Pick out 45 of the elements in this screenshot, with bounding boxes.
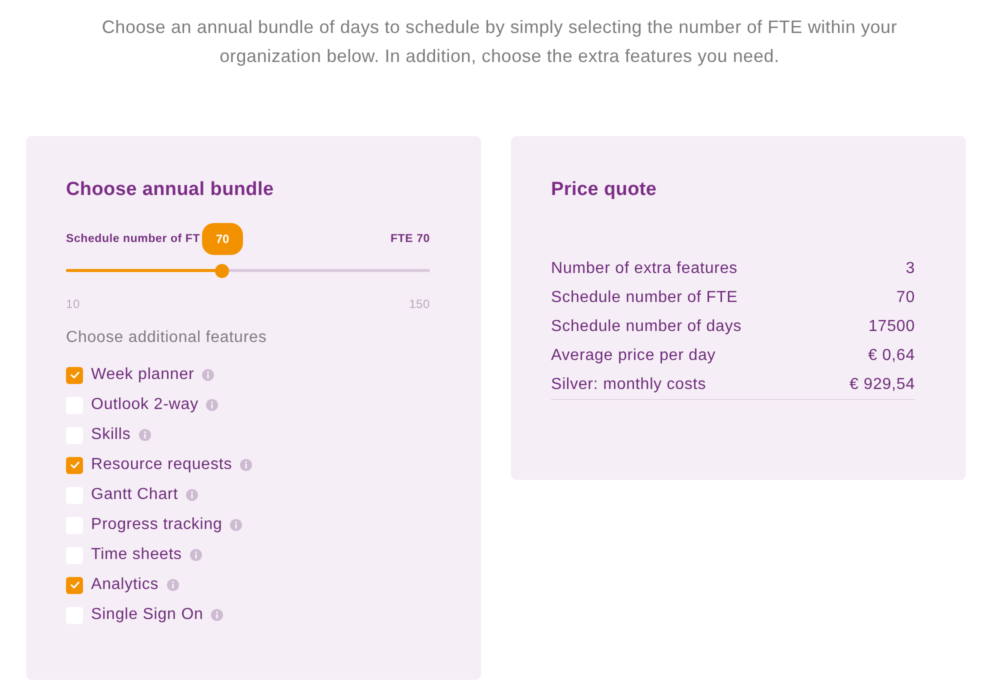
info-icon[interactable] (206, 399, 218, 411)
value-bubble: 70 (202, 223, 243, 255)
info-icon[interactable] (186, 489, 198, 501)
feature-label[interactable]: Analytics (91, 575, 159, 595)
check-icon (70, 580, 80, 590)
intro-text: Choose an annual bundle of days to schedule by simply selecting the number of FTE within your organization below. In addition, choose the extra features you need. (100, 16, 898, 68)
quote-label: Average price per day (551, 346, 716, 366)
checkbox[interactable] (66, 576, 83, 594)
quote-value: 3 (906, 258, 915, 278)
info-icon[interactable] (138, 429, 151, 441)
feature-label[interactable]: Single Sign On (91, 605, 204, 625)
feature-label[interactable]: Time sheets (91, 545, 182, 565)
check-icon (70, 460, 80, 470)
info-icon[interactable] (211, 609, 224, 621)
checkbox[interactable] (66, 366, 83, 384)
feature-label[interactable]: Resource requests (91, 455, 232, 475)
check-icon (70, 370, 80, 380)
card-title: Choose annual bundle (66, 178, 275, 202)
slider-thumb[interactable] (215, 264, 229, 278)
quote-value: € 929,54 (850, 374, 915, 394)
slider-track[interactable] (66, 264, 430, 278)
card-title: Price quote (551, 178, 658, 202)
quote-value: € 0,64 (868, 346, 915, 366)
quote-label: Number of extra features (551, 258, 738, 278)
info-icon[interactable] (240, 459, 252, 471)
feature-label[interactable]: Week planner (91, 365, 194, 385)
slider-reading: FTE 70 (390, 232, 430, 247)
range-max-label: 150 (409, 296, 430, 312)
info-icon[interactable] (202, 369, 214, 381)
info-icon[interactable] (166, 579, 179, 591)
quote-label: Silver: monthly costs (551, 374, 706, 394)
checkbox[interactable] (66, 456, 83, 474)
feature-label[interactable]: Gantt Chart (91, 485, 178, 505)
info-icon[interactable] (190, 549, 202, 561)
info-icon[interactable] (230, 519, 242, 531)
quote-value: 17500 (868, 316, 915, 336)
quote-label: Schedule number of FTE (551, 288, 738, 308)
feature-label[interactable]: Skills (91, 425, 131, 445)
range-min-label: 10 (66, 296, 80, 312)
slider-label: Schedule number of FT (66, 232, 200, 247)
quote-value: 70 (896, 288, 915, 308)
feature-label[interactable]: Progress tracking (91, 515, 222, 535)
quote-label: Schedule number of days (551, 316, 742, 336)
feature-label[interactable]: Outlook 2-way (91, 395, 198, 415)
features-heading: Choose additional features (66, 328, 268, 348)
